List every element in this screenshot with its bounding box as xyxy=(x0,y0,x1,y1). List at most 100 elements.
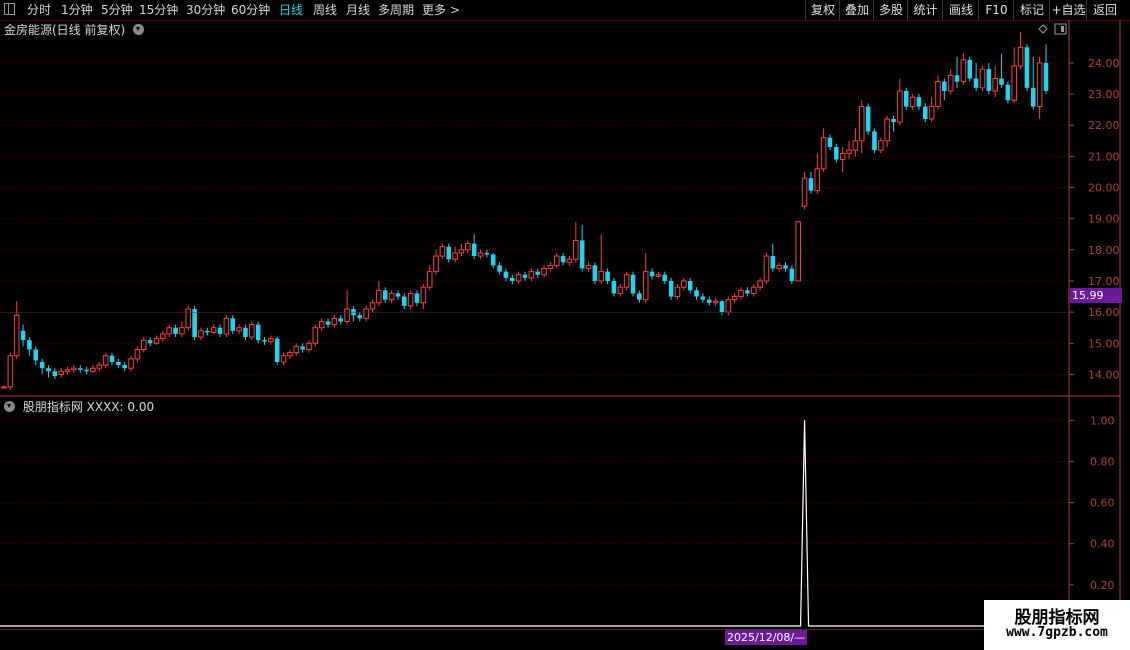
candle-body xyxy=(687,280,693,291)
candle-body xyxy=(503,271,509,278)
toolbar-action-5[interactable]: F10 xyxy=(978,0,1014,20)
toolbar-action-0[interactable]: 复权 xyxy=(805,0,840,20)
candle-body xyxy=(999,78,1004,85)
period-tab-2[interactable]: 5分钟 xyxy=(101,1,133,19)
candle-body xyxy=(1017,46,1024,67)
candle-body xyxy=(33,349,39,361)
window-menu-icon[interactable] xyxy=(4,3,15,15)
candle-body xyxy=(712,300,719,304)
candle-body xyxy=(973,78,979,88)
candle-body xyxy=(560,256,566,263)
price-tick-label: 23.00 xyxy=(1088,88,1120,101)
period-tab-3[interactable]: 15分钟 xyxy=(139,1,178,19)
candle-body xyxy=(357,315,363,319)
candle-body xyxy=(909,96,916,108)
candle-body xyxy=(637,293,642,300)
candle-body xyxy=(858,106,865,142)
candle-body xyxy=(331,317,338,326)
toolbar-action-6[interactable]: 标记 xyxy=(1013,0,1050,20)
candle-body xyxy=(376,289,382,304)
candle-body xyxy=(942,81,947,91)
candle-body xyxy=(745,290,750,294)
period-tab-1[interactable]: 1分钟 xyxy=(61,1,93,19)
candle-body xyxy=(369,302,376,310)
toolbar-action-2[interactable]: 多股 xyxy=(873,0,908,20)
candle-body xyxy=(210,327,217,333)
candle-body xyxy=(763,255,770,282)
candle-body xyxy=(1005,84,1011,101)
period-tab-6[interactable]: 日线 xyxy=(279,1,303,19)
candle-body xyxy=(497,265,502,272)
watermark-url: www.7gpzb.com xyxy=(1006,625,1108,640)
candle-body xyxy=(465,243,471,251)
candle-body xyxy=(655,274,662,277)
candle-body xyxy=(255,324,261,341)
period-tab-0[interactable]: 分时 xyxy=(27,1,51,19)
toolbar-action-3[interactable]: 统计 xyxy=(907,0,943,20)
candle-body xyxy=(185,308,192,329)
candle-body xyxy=(287,352,293,357)
candle-body xyxy=(147,340,153,344)
period-tab-8[interactable]: 月线 xyxy=(346,1,370,19)
candle-body xyxy=(839,152,846,160)
candle-body xyxy=(306,342,312,351)
candle-body xyxy=(236,327,242,332)
candle-body xyxy=(553,255,560,266)
candle-body xyxy=(452,252,458,260)
price-tick-label: 15.00 xyxy=(1088,337,1120,350)
candle-body xyxy=(674,286,681,298)
period-tab-9[interactable]: 多周期 xyxy=(378,1,414,19)
candle-body xyxy=(351,309,356,316)
candle-body xyxy=(268,338,274,343)
candle-body xyxy=(27,340,32,350)
candle-body xyxy=(318,320,325,329)
candle-body xyxy=(52,371,58,376)
layout-toggle-icon-inner xyxy=(1061,26,1064,32)
diamond-icon xyxy=(1038,24,1048,34)
toolbar-action-7[interactable]: +自选 xyxy=(1049,0,1087,20)
period-tab-4[interactable]: 30分钟 xyxy=(186,1,225,19)
candle-body xyxy=(140,339,147,351)
candle-body xyxy=(96,364,103,369)
candle-body xyxy=(795,221,801,282)
chart-canvas[interactable]: 24.00 23.00 22.00 21.00 20.00 19.00 18.00 17.00… xyxy=(0,20,1130,630)
candle-body xyxy=(13,314,20,357)
candle-body xyxy=(694,290,699,297)
candle-body xyxy=(471,243,477,257)
layout-toggle-icon xyxy=(1054,23,1067,35)
candle-body xyxy=(954,75,960,82)
candle-body xyxy=(579,240,585,269)
price-tick-label: 20.00 xyxy=(1088,182,1120,195)
candle-body xyxy=(401,296,407,306)
toolbar-action-8[interactable]: 返回 xyxy=(1086,0,1123,20)
candle-body xyxy=(801,177,808,207)
candle-body xyxy=(153,338,160,344)
candle-body xyxy=(592,265,598,281)
candle-body xyxy=(725,299,732,313)
price-tick-label: 21.00 xyxy=(1088,150,1120,163)
candle-body xyxy=(344,308,350,322)
candle-body xyxy=(541,268,547,276)
candle-body xyxy=(846,149,852,154)
candle-body xyxy=(223,317,230,335)
period-tab-10[interactable]: 更多 > xyxy=(422,1,460,19)
candle-body xyxy=(1011,65,1018,101)
period-tab-5[interactable]: 60分钟 xyxy=(231,1,270,19)
candle-body xyxy=(852,140,859,151)
candle-body xyxy=(39,361,45,369)
candle-body xyxy=(922,106,928,119)
indicator-tick-label: 0.60 xyxy=(1090,497,1115,510)
period-tab-7[interactable]: 周线 xyxy=(313,1,337,19)
candle-body xyxy=(757,280,763,288)
indicator-tick-label: 0.20 xyxy=(1090,579,1115,592)
candle-body xyxy=(770,256,776,269)
candle-body xyxy=(731,296,738,301)
candle-body xyxy=(789,268,795,281)
indicator-tick-label: 0.40 xyxy=(1090,538,1115,551)
candle-body xyxy=(903,90,909,107)
toolbar-action-1[interactable]: 叠加 xyxy=(839,0,874,20)
candle-body xyxy=(986,69,992,91)
candle-body xyxy=(566,258,573,263)
toolbar-action-4[interactable]: 画线 xyxy=(942,0,979,20)
candle-body xyxy=(738,289,744,298)
